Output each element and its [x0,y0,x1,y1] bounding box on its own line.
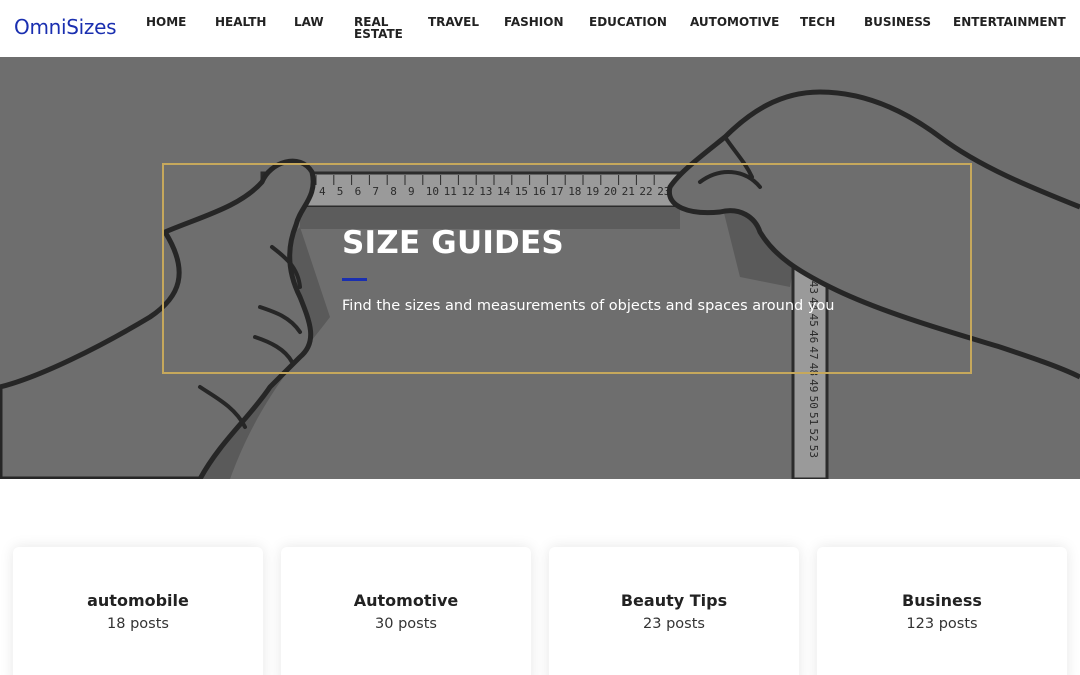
category-card-automobile[interactable]: automobile 18 posts [13,547,263,675]
category-count: 123 posts [906,616,978,632]
category-title: automobile [87,591,189,610]
ruler-number: 49 [807,379,820,392]
hero-banner: 4567891011121314151617181920212223 42434… [0,57,1080,479]
ruler-number: 52 [807,428,820,441]
hero-title: SIZE GUIDES [342,225,564,261]
category-card-automotive[interactable]: Automotive 30 posts [281,547,531,675]
ruler-number: 53 [807,445,820,458]
site-logo[interactable]: OmniSizes [14,15,117,39]
category-count: 18 posts [107,616,169,632]
ruler-number: 50 [807,396,820,409]
category-title: Business [902,591,982,610]
nav-item-entertainment[interactable]: ENTERTAINMENT [953,16,1066,28]
nav-item-home[interactable]: HOME [146,16,186,28]
nav-item-health[interactable]: HEALTH [215,16,266,28]
nav-item-fashion[interactable]: FASHION [504,16,564,28]
nav-item-automotive[interactable]: AUTOMOTIVE [690,16,779,28]
category-title: Beauty Tips [620,591,728,610]
nav-item-real-estate[interactable]: REAL ESTATE [354,16,404,40]
category-count: 30 posts [375,616,437,632]
category-count: 23 posts [643,616,705,632]
site-header: OmniSizes HOME HEALTH LAW REAL ESTATE TR… [0,0,1080,57]
nav-item-tech[interactable]: TECH [800,16,835,28]
category-card-business[interactable]: Business 123 posts [817,547,1067,675]
nav-item-law[interactable]: LAW [294,16,324,28]
hero-accent-bar [342,278,367,281]
category-cards: automobile 18 posts Automotive 30 posts … [0,479,1080,675]
ruler-number: 51 [807,412,820,425]
hero-subtitle: Find the sizes and measurements of objec… [342,298,835,314]
hero-frame [162,163,972,374]
nav-item-education[interactable]: EDUCATION [589,16,667,28]
category-card-beauty-tips[interactable]: Beauty Tips 23 posts [549,547,799,675]
category-title: Automotive [353,591,459,610]
nav-item-business[interactable]: BUSINESS [864,16,931,28]
nav-item-travel[interactable]: TRAVEL [428,16,479,28]
